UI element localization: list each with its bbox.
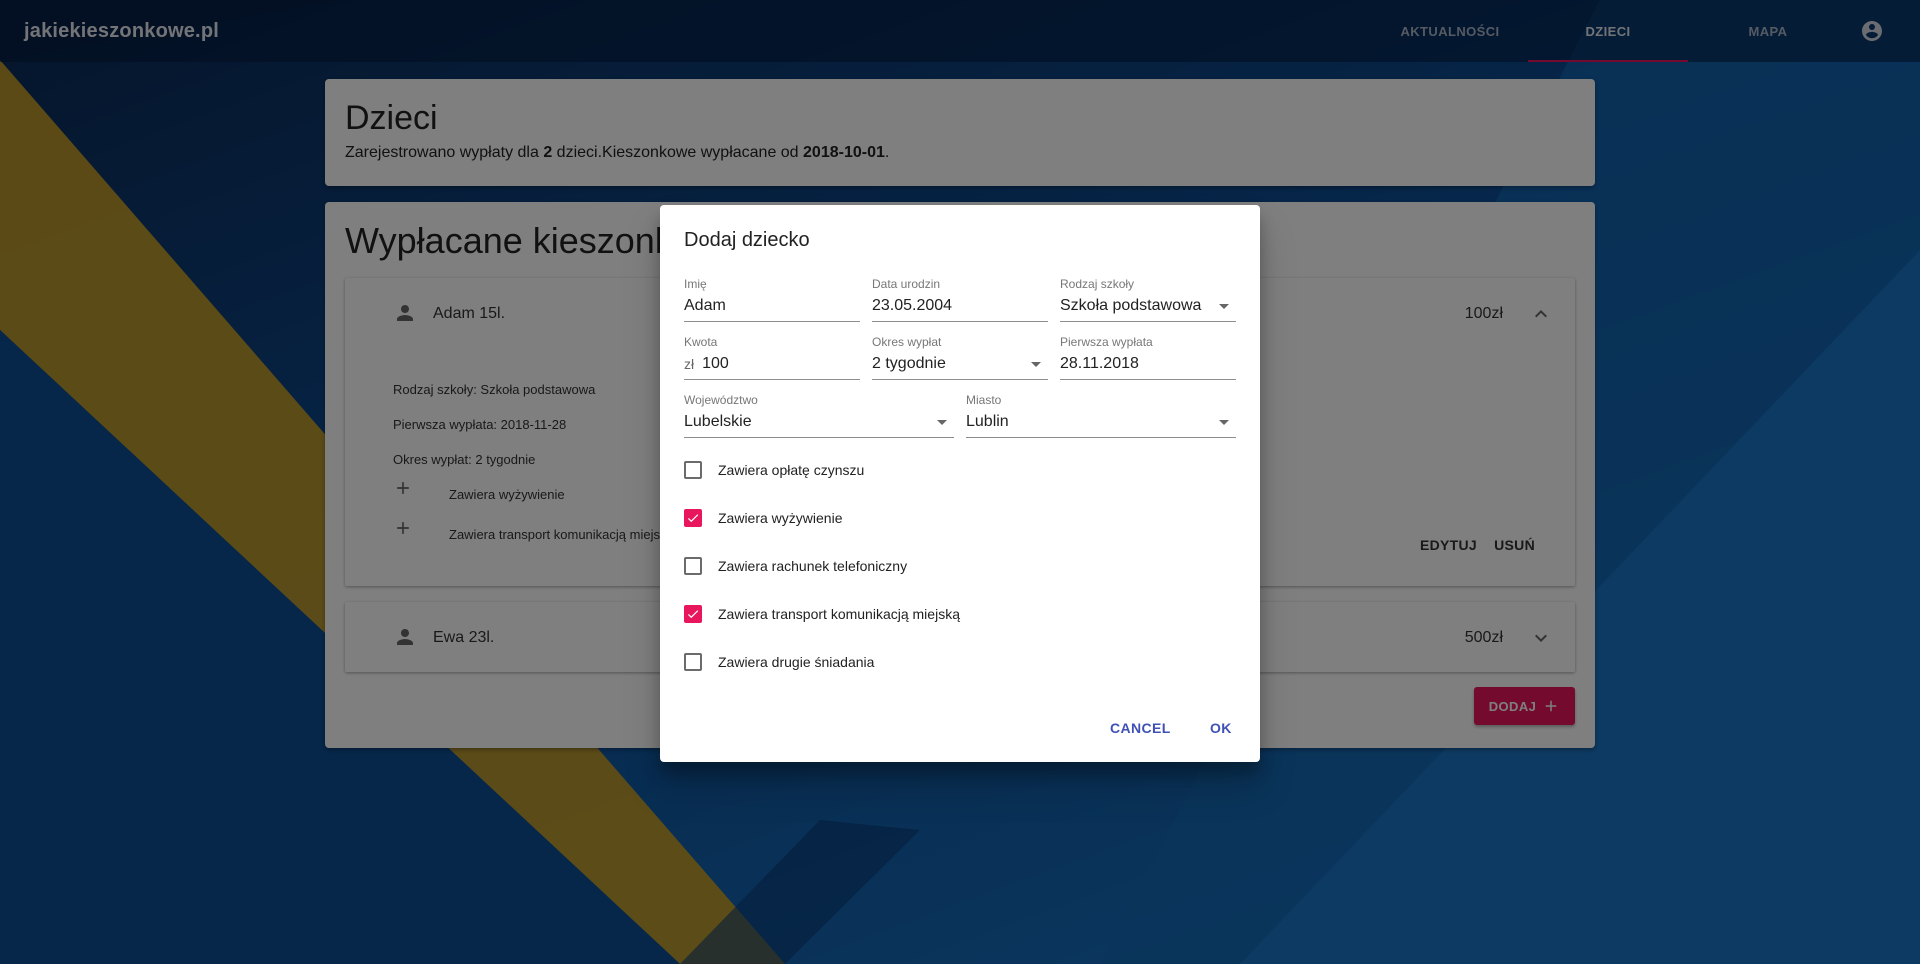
name-value: Adam (684, 296, 726, 314)
city-label: Miasto (966, 393, 1002, 407)
add-child-dialog: Dodaj dziecko Imię Adam Data urodzin 23.… (660, 205, 1260, 762)
cancel-button[interactable]: CANCEL (1110, 720, 1171, 736)
checkbox-breakfast-box[interactable] (684, 653, 702, 671)
checkbox-transport[interactable]: Zawiera transport komunikacją miejską (684, 602, 960, 626)
checkbox-transport-box[interactable] (684, 605, 702, 623)
amount-input[interactable]: zł 100 (684, 348, 860, 380)
checkbox-breakfast-label: Zawiera drugie śniadania (718, 654, 875, 670)
currency-prefix: zł (684, 355, 695, 372)
period-select[interactable]: Okres wypłat 2 tygodnie (872, 335, 1048, 381)
voivodeship-label: Województwo (684, 393, 758, 407)
check-icon (687, 514, 699, 523)
checkbox-rent-box[interactable] (684, 461, 702, 479)
checkbox-food-label: Zawiera wyżywienie (718, 510, 843, 526)
voivodeship-value: Lubelskie (684, 412, 752, 430)
checkbox-rent[interactable]: Zawiera opłatę czynszu (684, 458, 864, 482)
school-type-label: Rodzaj szkoły (1060, 277, 1135, 291)
city-select[interactable]: Miasto Lublin (966, 393, 1236, 439)
checkbox-phone-box[interactable] (684, 557, 702, 575)
school-type-select[interactable]: Rodzaj szkoły Szkoła podstawowa (1060, 277, 1236, 323)
name-field[interactable]: Imię Adam (684, 277, 860, 323)
birth-date-field[interactable]: Data urodzin 23.05.2004 (872, 277, 1048, 323)
city-input[interactable]: Lublin (966, 406, 1236, 438)
dropdown-arrow-icon[interactable] (1212, 294, 1236, 318)
first-payment-value: 28.11.2018 (1060, 354, 1139, 372)
dialog-title: Dodaj dziecko (684, 229, 810, 251)
dropdown-arrow-icon[interactable] (1212, 410, 1236, 434)
birth-date-label: Data urodzin (872, 277, 941, 291)
birth-date-value: 23.05.2004 (872, 296, 953, 314)
checkbox-food-box[interactable] (684, 509, 702, 527)
amount-value: 100 (702, 354, 729, 372)
first-payment-field[interactable]: Pierwsza wypłata 28.11.2018 (1060, 335, 1236, 381)
voivodeship-input[interactable]: Lubelskie (684, 406, 954, 438)
checkbox-food[interactable]: Zawiera wyżywienie (684, 506, 842, 530)
check-icon (687, 610, 699, 619)
dropdown-arrow-icon[interactable] (1024, 352, 1048, 376)
school-type-input[interactable]: Szkoła podstawowa (1060, 290, 1236, 322)
checkbox-phone-label: Zawiera rachunek telefoniczny (718, 558, 908, 574)
period-value: 2 tygodnie (872, 354, 946, 372)
checkbox-transport-label: Zawiera transport komunikacją miejską (718, 606, 960, 622)
checkbox-breakfast[interactable]: Zawiera drugie śniadania (684, 650, 874, 674)
city-value: Lublin (966, 412, 1009, 430)
amount-field[interactable]: Kwota zł 100 (684, 335, 860, 381)
name-label: Imię (684, 277, 707, 291)
birth-date-input[interactable]: 23.05.2004 (872, 290, 1048, 322)
school-type-value: Szkoła podstawowa (1060, 296, 1202, 314)
period-label: Okres wypłat (872, 335, 942, 349)
first-payment-input[interactable]: 28.11.2018 (1060, 348, 1236, 380)
period-input[interactable]: 2 tygodnie (872, 348, 1048, 380)
name-input[interactable]: Adam (684, 290, 860, 322)
checkbox-rent-label: Zawiera opłatę czynszu (718, 462, 865, 478)
dropdown-arrow-icon[interactable] (930, 410, 954, 434)
amount-label: Kwota (684, 335, 718, 349)
voivodeship-select[interactable]: Województwo Lubelskie (684, 393, 954, 439)
first-payment-label: Pierwsza wypłata (1060, 335, 1153, 349)
ok-button[interactable]: OK (1210, 720, 1232, 736)
checkbox-phone[interactable]: Zawiera rachunek telefoniczny (684, 554, 907, 578)
